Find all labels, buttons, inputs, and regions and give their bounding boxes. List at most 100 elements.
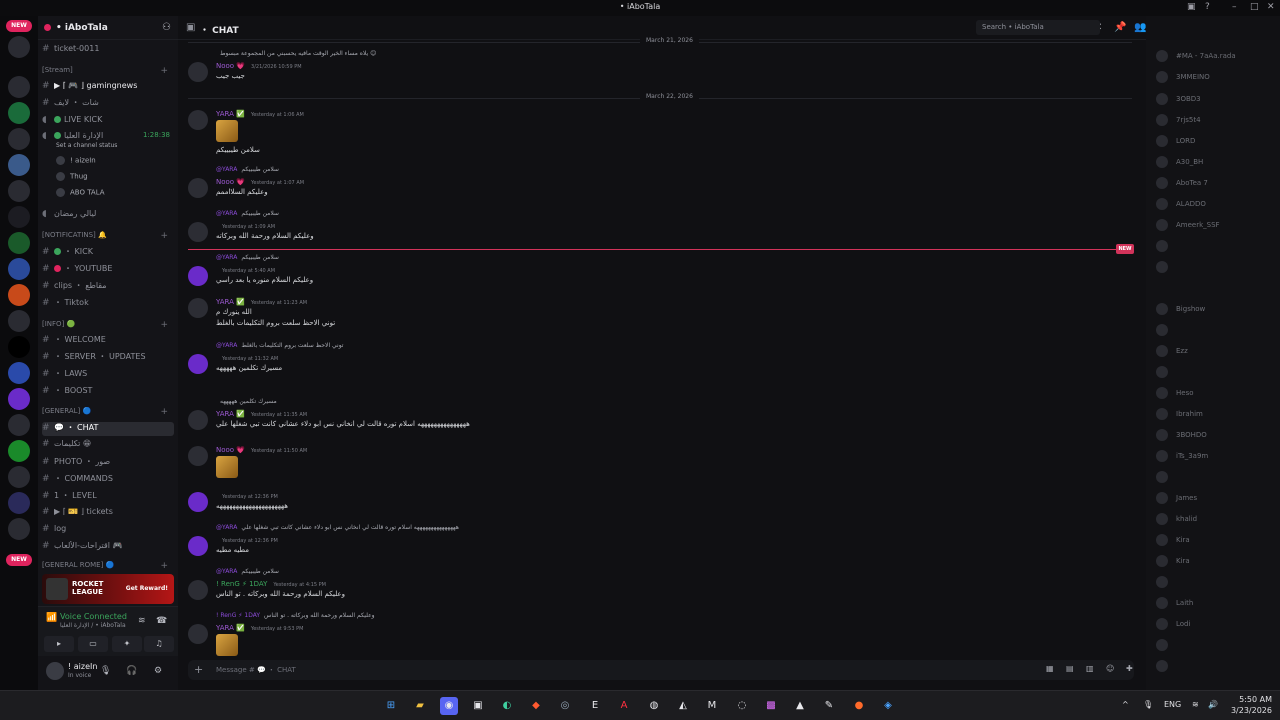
member-item[interactable]: Ameerk_SSF (1156, 219, 1276, 235)
avatar[interactable] (188, 354, 208, 374)
author-name[interactable]: Nooo 💗 (216, 446, 245, 454)
channel-item[interactable]: # ・ WELCOME (42, 334, 174, 348)
voice-user[interactable]: ! aizeIn (56, 156, 188, 170)
guild-header[interactable]: • iAboTala ⚇ (38, 16, 178, 40)
author-name[interactable]: YARA ✅ (216, 298, 245, 306)
sticker-icon[interactable]: ▥ (1086, 664, 1094, 673)
member-item[interactable]: Kira (1156, 555, 1276, 571)
app-icon[interactable]: ◭ (674, 697, 692, 715)
member-item[interactable]: Bigshow (1156, 303, 1276, 319)
author-name[interactable]: YARA ✅ (216, 410, 245, 418)
app-icon[interactable]: ◈ (879, 697, 897, 715)
message-author-line[interactable]: YARA ✅ Yesterday at 9:53 PM (216, 624, 303, 632)
member-item[interactable] (1156, 366, 1276, 382)
member-item[interactable] (1156, 471, 1276, 487)
app-icon[interactable]: ◍ (645, 697, 663, 715)
avatar[interactable] (46, 662, 64, 680)
apps-icon[interactable]: ✚ (1126, 664, 1133, 673)
discord-taskbar-icon[interactable]: ◉ (440, 697, 458, 715)
server-icon[interactable] (8, 128, 30, 150)
avatar[interactable] (188, 624, 208, 644)
channel-item[interactable]: # ・ Tiktok (42, 297, 174, 311)
brave-icon[interactable]: ◆ (527, 697, 545, 715)
get-reward-button[interactable]: Get Reward! (126, 585, 168, 592)
member-item[interactable]: 3BOHDO (1156, 429, 1276, 445)
member-item[interactable]: 3OBD3 (1156, 93, 1276, 109)
camera-button[interactable]: ▸ (44, 636, 74, 652)
member-item[interactable]: Lodi (1156, 618, 1276, 634)
member-item[interactable]: Ezz (1156, 345, 1276, 361)
member-item[interactable]: LORD (1156, 135, 1276, 151)
server-icon[interactable] (8, 466, 30, 488)
avatar[interactable] (188, 446, 208, 466)
add-channel-icon[interactable]: + (160, 320, 168, 330)
author-name[interactable]: Nooo 💗 (216, 62, 245, 70)
member-item[interactable]: Kira (1156, 534, 1276, 550)
voice-status[interactable]: Voice Connected (60, 612, 127, 621)
app-icon[interactable]: ▩ (762, 697, 780, 715)
message-input[interactable]: Message # 💬 ・ CHAT (216, 665, 296, 675)
message-author-line[interactable]: ! RenG ⚡ 1DAY Yesterday at 4:15 PM (216, 580, 326, 588)
attach-plus-icon[interactable]: + (194, 663, 203, 676)
volume-icon[interactable]: 🔊 (1208, 700, 1218, 709)
member-list-icon[interactable]: 👥 (1134, 22, 1146, 33)
channel-item[interactable]: # ▶ ⌈ 🎫 ⌋ tickets (42, 507, 174, 521)
voice-user[interactable]: ABO TALA (56, 188, 188, 202)
member-item[interactable] (1156, 261, 1276, 277)
noise-icon[interactable]: ≋ (138, 616, 146, 626)
server-icon[interactable] (8, 362, 30, 384)
member-item[interactable] (1156, 576, 1276, 592)
pin-icon[interactable]: 📌 (1114, 22, 1126, 33)
reply-preview[interactable]: ! RenG ⚡ 1DAY وعليكم السلام ورحمة الله وب… (216, 612, 375, 619)
reply-preview[interactable]: @YARA سلامن طيبييكم (216, 254, 279, 261)
member-item[interactable]: ALADDO (1156, 198, 1276, 214)
channel-item[interactable]: # clips ・ مقاطع (42, 280, 174, 294)
channel-item[interactable]: # ・ YOUTUBE (42, 263, 174, 277)
reply-preview[interactable]: @YARA سلامن طيبييكم (216, 166, 279, 173)
avatar[interactable] (188, 266, 208, 286)
server-icon[interactable] (8, 206, 30, 228)
server-icon[interactable] (8, 232, 30, 254)
author-name[interactable]: YARA ✅ (216, 624, 245, 632)
avatar[interactable] (188, 222, 208, 242)
channel-item[interactable]: # ・ BOOST (42, 385, 174, 399)
server-icon[interactable] (8, 76, 30, 98)
activity-button[interactable]: ✦ (112, 636, 142, 652)
add-user-icon[interactable]: ⚇ (162, 22, 171, 33)
store-icon[interactable]: ▣ (469, 697, 487, 715)
emoji-icon[interactable]: ☺ (1106, 664, 1114, 673)
member-item[interactable]: #MA - 7aAa.rada (1156, 50, 1276, 66)
server-icon[interactable] (8, 154, 30, 176)
channel-item[interactable]: # ▶ ⌈ 🎮 ⌋ gamingnews (42, 81, 174, 95)
server-icon[interactable] (8, 336, 30, 358)
adobe-icon[interactable]: A (615, 697, 633, 715)
message-author-line[interactable]: Yesterday at 12:36 PM (216, 536, 278, 544)
avatar[interactable] (188, 536, 208, 556)
server-icon[interactable] (8, 180, 30, 202)
message-author-line[interactable]: YARA ✅ Yesterday at 11:35 AM (216, 410, 307, 418)
add-channel-icon[interactable]: + (160, 231, 168, 241)
headphones-icon[interactable]: 🎧 (126, 666, 137, 676)
inbox-icon[interactable]: ▣ (1187, 2, 1196, 12)
avatar[interactable] (188, 410, 208, 430)
channel-item[interactable]: ◖ LIVE KICK (42, 115, 174, 129)
microphone-icon[interactable]: 🎙 (100, 666, 111, 676)
member-item[interactable]: Laith (1156, 597, 1276, 613)
start-icon[interactable]: ⊞ (382, 697, 400, 715)
channel-item[interactable]: # 💬 ・ CHAT (42, 422, 174, 436)
rocket-league-promo[interactable]: ROCKET LEAGUE Get Reward! (42, 574, 174, 604)
avatar[interactable] (188, 298, 208, 318)
member-item[interactable]: khalid (1156, 513, 1276, 529)
channel-item[interactable]: # اقتراحات-الألعاب 🎮 (42, 541, 174, 555)
member-item[interactable]: Ibrahim (1156, 408, 1276, 424)
clock[interactable]: 5:50 AM 3/23/2026 (1226, 694, 1272, 716)
channel-item[interactable]: #1 ・ LEVEL (42, 490, 174, 504)
avatar[interactable] (188, 62, 208, 82)
channel-item[interactable]: # تكليمات 😁 (42, 439, 174, 453)
category-header[interactable]: [Stream] + (42, 66, 174, 80)
category-header[interactable]: [NOTIFICATINS] 🔔 + (42, 231, 174, 245)
maximize-button[interactable]: □ (1250, 2, 1259, 12)
epic-icon[interactable]: E (586, 697, 604, 715)
voice-user[interactable]: Thug (56, 172, 188, 186)
search-input[interactable]: Search • iAboTala (976, 20, 1100, 35)
